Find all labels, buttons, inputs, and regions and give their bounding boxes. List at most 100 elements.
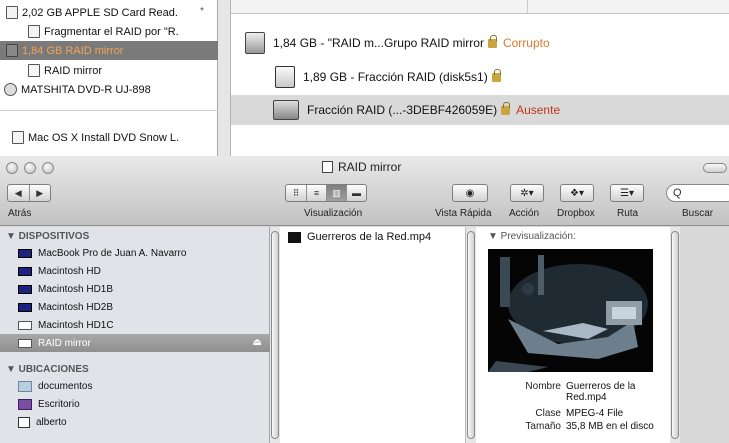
meta-key: Clase: [535, 408, 561, 419]
finder-sidebar: ▼ DISPOSITIVOS MacBook Pro de Juan A. Na…: [0, 227, 270, 443]
sidebar-item-raid-mirror[interactable]: RAID mirror ⏏: [0, 334, 270, 352]
forward-button[interactable]: ▶: [28, 185, 51, 201]
meta-row-kind: Clase MPEG-4 File: [476, 408, 670, 419]
sidebar-item-label: documentos: [38, 380, 93, 392]
lock-icon: [487, 34, 497, 48]
path-icon: ☰▾: [620, 187, 634, 199]
raid-table-header: [231, 0, 729, 14]
dropbox-icon: ❖▾: [570, 187, 584, 199]
sidebar-item-macintosh-hd[interactable]: Macintosh HD: [0, 262, 270, 280]
toolbar-toggle-button[interactable]: [703, 163, 727, 173]
file-item[interactable]: Guerreros de la Red.mp4: [288, 231, 431, 243]
window-controls: [6, 162, 54, 174]
path-label: Ruta: [617, 208, 639, 219]
meta-value: Guerreros de la Red.mp4: [566, 381, 636, 403]
meta-value: MPEG-4 File: [566, 408, 624, 419]
sd-card-icon: [275, 66, 295, 88]
movie-file-icon: [288, 231, 301, 243]
disk-item-sd-card[interactable]: 2,02 GB APPLE SD Card Read.: [0, 3, 218, 22]
scroll-thumb[interactable]: [271, 231, 279, 439]
zoom-button[interactable]: [42, 162, 54, 174]
hard-drive-icon: [18, 302, 32, 312]
partition-icon: [28, 25, 40, 38]
meta-key: Nombre: [525, 381, 561, 392]
raid-icon: [6, 44, 18, 57]
dropbox-button[interactable]: ❖▾: [560, 184, 594, 202]
sidebar-item-label: Macintosh HD2B: [38, 301, 114, 313]
disk-utility-window: 2,02 GB APPLE SD Card Read. * Fragmentar…: [0, 0, 729, 156]
screen: 2,02 GB APPLE SD Card Read. * Fragmentar…: [0, 0, 729, 443]
icon-view-button[interactable]: ⠿: [286, 185, 306, 201]
meta-row-size: Tamaño 35,8 MB en el disco: [476, 421, 670, 432]
sidebar-item-escritorio[interactable]: Escritorio: [0, 395, 270, 413]
disk-item-label: RAID mirror: [44, 64, 103, 77]
hard-drive-icon: [18, 266, 32, 276]
file-name: Guerreros de la Red.mp4: [307, 231, 432, 243]
disk-item-raid-mirror[interactable]: 1,84 GB RAID mirror: [0, 41, 218, 60]
meta-row-name: Nombre Guerreros de la Red.mp4: [476, 381, 670, 403]
sidebar-item-macintosh-hd2b[interactable]: Macintosh HD2B: [0, 298, 270, 316]
eject-icon[interactable]: ⏏: [253, 337, 262, 348]
finder-toolbar: RAID mirror ◀ ▶ Atrás ⠿ ≡ ▥ ▬ Visualizac…: [0, 156, 729, 226]
raid-row-slice-2[interactable]: Fracción RAID (...-3DEBF426059E) Ausente: [231, 95, 729, 125]
scroll-thumb[interactable]: [467, 231, 475, 439]
sidebar-item-label: Macintosh HD1B: [38, 283, 114, 295]
disk-item-install-dvd[interactable]: Mac OS X Install DVD Snow L.: [0, 128, 218, 147]
search-field[interactable]: Q: [666, 184, 729, 202]
window-title: RAID mirror: [322, 160, 401, 174]
back-button[interactable]: ◀: [8, 185, 29, 201]
meta-value: 35,8 MB en el disco: [566, 421, 654, 432]
list-view-button[interactable]: ≡: [306, 185, 326, 201]
column-divider: [527, 0, 528, 14]
sidebar-item-macintosh-hd1b[interactable]: Macintosh HD1B: [0, 280, 270, 298]
home-icon: [18, 416, 30, 428]
path-button[interactable]: ☰▾: [610, 184, 644, 202]
volume-icon: [28, 64, 40, 77]
disk-list-divider: [0, 110, 218, 111]
dvd-disk-icon: [12, 131, 24, 144]
raid-row-slice-1[interactable]: 1,89 GB - Fracción RAID (disk5s1): [231, 62, 729, 92]
action-button[interactable]: ✲▾: [510, 184, 544, 202]
sidebar-item-alberto[interactable]: alberto: [0, 413, 270, 431]
disk-item-label: Fragmentar el RAID por "R.: [44, 25, 179, 38]
sidebar-item-documentos[interactable]: documentos: [0, 377, 270, 395]
search-label: Buscar: [682, 208, 714, 219]
column-view-button[interactable]: ▥: [326, 185, 346, 201]
sidebar-item-label: RAID mirror: [38, 337, 91, 349]
preview-scrollbar[interactable]: [670, 227, 680, 443]
close-button[interactable]: [6, 162, 18, 174]
disk-list: 2,02 GB APPLE SD Card Read. * Fragmentar…: [0, 0, 218, 156]
quicklook-button[interactable]: ◉: [452, 184, 488, 202]
raid-set-icon: [245, 32, 265, 54]
scroll-thumb[interactable]: [671, 231, 679, 439]
file-column: Guerreros de la Red.mp4: [280, 227, 466, 443]
dropbox-label: Dropbox: [557, 208, 595, 219]
raid-row-set[interactable]: 1,84 GB - "RAID m...Grupo RAID mirror Co…: [231, 28, 729, 58]
video-thumbnail[interactable]: [488, 249, 653, 372]
sidebar-scrollbar[interactable]: [270, 227, 280, 443]
disk-item-raid-volume[interactable]: RAID mirror: [0, 61, 218, 80]
preview-column: ▼ Previsualización: Nombre Guerreros de …: [476, 227, 670, 443]
raid-row-label: 1,84 GB - "RAID m...Grupo RAID mirror: [273, 36, 484, 50]
disk-item-partition[interactable]: Fragmentar el RAID por "R.: [0, 22, 218, 41]
finder-window: RAID mirror ◀ ▶ Atrás ⠿ ≡ ▥ ▬ Visualizac…: [0, 156, 729, 443]
back-label: Atrás: [8, 208, 32, 219]
disk-item-label: Mac OS X Install DVD Snow L.: [28, 131, 179, 144]
action-label: Acción: [509, 208, 540, 219]
view-switcher: ⠿ ≡ ▥ ▬: [285, 184, 367, 202]
minimize-button[interactable]: [24, 162, 36, 174]
sidebar-item-macbook[interactable]: MacBook Pro de Juan A. Navarro: [0, 244, 270, 262]
disk-item-dvd-drive[interactable]: MATSHITA DVD-R UJ-898: [0, 80, 218, 99]
hard-drive-icon: [18, 284, 32, 294]
preview-header: ▼ Previsualización:: [488, 231, 576, 242]
sidebar-item-macintosh-hd1c[interactable]: Macintosh HD1C: [0, 316, 270, 334]
disk-item-label: MATSHITA DVD-R UJ-898: [21, 83, 151, 96]
raid-row-label: 1,89 GB - Fracción RAID (disk5s1): [303, 70, 488, 84]
external-drive-icon: [18, 320, 32, 330]
sd-card-icon: [6, 6, 18, 19]
column-scrollbar[interactable]: [466, 227, 476, 443]
window-title-text: RAID mirror: [338, 160, 402, 174]
status-badge: Corrupto: [502, 36, 550, 50]
lock-icon: [491, 68, 501, 82]
coverflow-view-button[interactable]: ▬: [346, 185, 366, 201]
